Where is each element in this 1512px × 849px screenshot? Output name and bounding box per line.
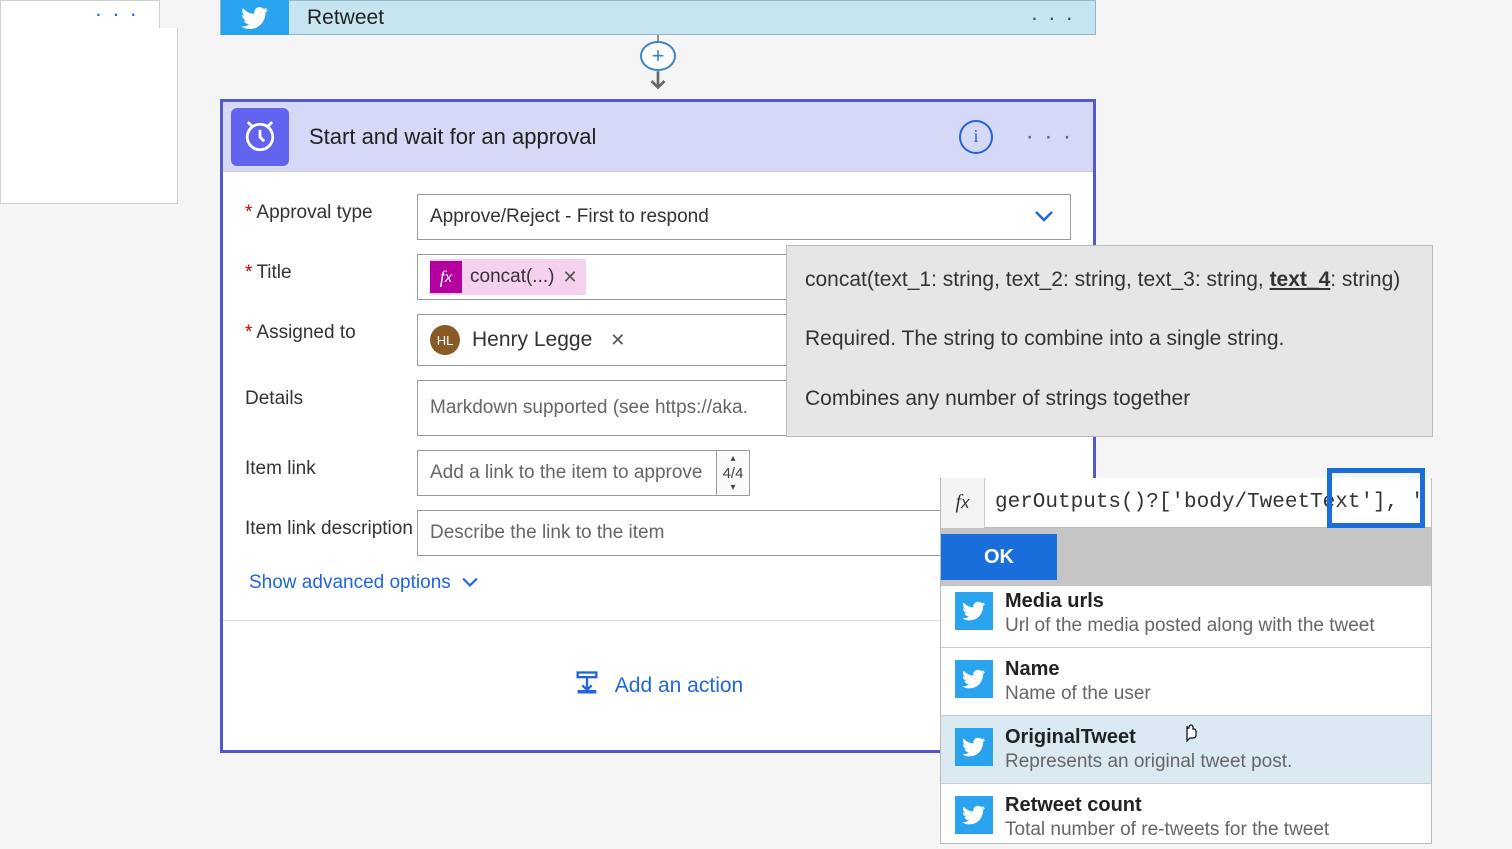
label-title: *Title [245, 254, 417, 284]
add-action-icon [573, 669, 601, 703]
approval-icon [231, 108, 289, 166]
user-name: Henry Legge [472, 328, 592, 352]
stepper-down-icon[interactable]: ▾ [730, 482, 735, 493]
collapsed-card-body [0, 28, 178, 204]
show-advanced-options[interactable]: Show advanced options [249, 572, 479, 594]
twitter-icon [955, 728, 993, 766]
approval-type-dropdown[interactable]: Approve/Reject - First to respond [417, 194, 1071, 240]
dc-desc: Name of the user [1005, 683, 1151, 705]
approval-type-value: Approve/Reject - First to respond [430, 206, 709, 228]
twitter-icon [955, 796, 993, 834]
label-assigned: *Assigned to [245, 314, 417, 344]
add-action-button[interactable]: Add an action [573, 669, 743, 703]
item-link-stepper[interactable]: ▴ 4/4 ▾ [716, 450, 750, 496]
collapsed-card-top: · · · [0, 0, 160, 29]
item-link-desc-placeholder: Describe the link to the item [430, 522, 664, 544]
dc-desc: Url of the media posted along with the t… [1005, 615, 1375, 637]
fx-chip-label: concat(...) [470, 266, 554, 288]
twitter-icon [955, 592, 993, 630]
info-icon[interactable]: i [959, 120, 993, 154]
label-approval-type: *Approval type [245, 194, 417, 224]
twitter-icon [955, 660, 993, 698]
label-item-link: Item link [245, 450, 417, 480]
card-menu-dots[interactable]: · · · [95, 1, 139, 27]
dynamic-content-list: Media urls Url of the media posted along… [941, 586, 1431, 843]
retweet-title: Retweet [307, 6, 384, 30]
label-item-link-desc: Item link description [245, 510, 417, 540]
twitter-icon [221, 0, 289, 35]
dc-title: OriginalTweet [1005, 726, 1292, 749]
function-signature: concat(text_1: string, text_2: string, t… [805, 264, 1414, 299]
flow-connector: + [220, 35, 1096, 99]
user-chip[interactable]: HL Henry Legge ✕ [430, 325, 625, 355]
stepper-up-icon[interactable]: ▴ [730, 453, 735, 464]
expression-panel: fx gerOutputs()?['body/TweetText'], ' ',… [940, 478, 1432, 844]
item-link-input[interactable]: Add a link to the item to approve [417, 450, 717, 496]
row-approval-type: *Approval type Approve/Reject - First to… [245, 194, 1071, 240]
param-required-text: Required. The string to combine into a s… [805, 323, 1414, 356]
insert-step-button[interactable]: + [640, 41, 676, 71]
fx-icon: fx [941, 478, 985, 528]
dc-desc: Represents an original tweet post. [1005, 751, 1292, 773]
expression-input-row: fx gerOutputs()?['body/TweetText'], ' ', [941, 478, 1431, 528]
dc-title: Retweet count [1005, 794, 1329, 817]
ok-button[interactable]: OK [941, 534, 1057, 580]
dynamic-content-item-name[interactable]: Name Name of the user [941, 647, 1431, 715]
retweet-action-card[interactable]: Retweet · · · [220, 0, 1096, 35]
expression-actions: OK [941, 528, 1431, 586]
approval-menu-dots[interactable]: · · · [1026, 123, 1073, 151]
dc-title: Name [1005, 658, 1151, 681]
approval-title: Start and wait for an approval [309, 124, 596, 150]
fx-icon: fx [430, 261, 462, 293]
chip-remove-icon[interactable]: ✕ [562, 267, 577, 288]
item-link-placeholder: Add a link to the item to approve [430, 462, 703, 484]
dc-desc: Total number of re-tweets for the tweet [1005, 819, 1329, 841]
expression-tooltip: concat(text_1: string, text_2: string, t… [786, 245, 1433, 437]
dynamic-content-item-media-urls[interactable]: Media urls Url of the media posted along… [941, 586, 1431, 647]
fx-concat-chip[interactable]: fx concat(...) ✕ [430, 259, 586, 295]
dynamic-content-item-retweet-count[interactable]: Retweet count Total number of re-tweets … [941, 783, 1431, 843]
mouse-cursor-icon [1179, 722, 1203, 750]
chevron-down-icon [461, 572, 479, 594]
retweet-menu-dots[interactable]: · · · [1031, 5, 1075, 31]
chevron-down-icon [1034, 207, 1054, 228]
expression-input[interactable]: gerOutputs()?['body/TweetText'], ' ', [985, 491, 1431, 514]
stepper-value: 4/4 [723, 465, 744, 482]
approval-header[interactable]: Start and wait for an approval i · · · [223, 102, 1093, 172]
details-placeholder: Markdown supported (see https://aka. [430, 397, 748, 419]
user-remove-icon[interactable]: ✕ [610, 330, 625, 351]
label-details: Details [245, 380, 417, 410]
avatar: HL [430, 325, 460, 355]
function-description: Combines any number of strings together [805, 383, 1414, 416]
arrow-down-icon [645, 68, 671, 99]
dc-title: Media urls [1005, 590, 1375, 613]
dynamic-content-item-original-tweet[interactable]: OriginalTweet Represents an original twe… [941, 715, 1431, 783]
